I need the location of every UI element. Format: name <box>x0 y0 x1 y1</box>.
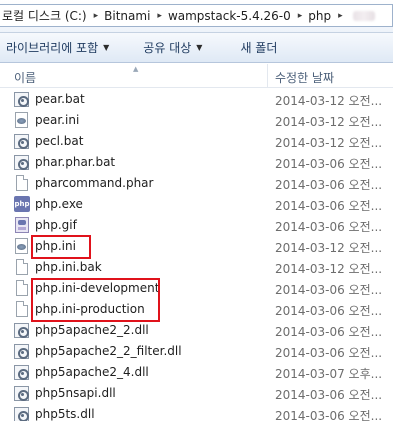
batch-gear-icon <box>14 133 30 150</box>
file-name: pecl.bat <box>35 134 84 148</box>
file-date: 2014-03-12 오전... <box>275 136 383 150</box>
blurred-segment <box>352 10 375 21</box>
breadcrumb-php[interactable]: php <box>306 9 334 23</box>
dll-gear-icon <box>14 364 30 381</box>
file-name: php.ini.bak <box>35 260 102 274</box>
share-with-label: 공유 대상 <box>143 41 192 55</box>
file-date: 2014-03-06 오전... <box>275 157 383 171</box>
dll-gear-icon <box>14 385 30 402</box>
file-name: php.ini-production <box>35 302 145 316</box>
column-header-date-modified[interactable]: 수정한 날짜 <box>275 69 334 86</box>
file-date: 2014-03-06 오전... <box>275 346 383 360</box>
list-item[interactable]: php5nsapi.dll 2014-03-06 오전... <box>0 383 393 404</box>
file-name: php.ini-development <box>35 281 160 295</box>
column-header-row: ▲ 이름 수정한 날짜 <box>0 64 393 88</box>
include-in-library-button[interactable]: 라이브러리에 포함 ▼ <box>0 39 115 56</box>
list-item[interactable]: pharcommand.phar 2014-03-06 오전... <box>0 173 393 194</box>
breadcrumb-separator-icon[interactable]: ▸ <box>153 11 166 21</box>
breadcrumb-separator-icon[interactable]: ▸ <box>90 11 103 21</box>
blank-file-icon <box>14 175 30 192</box>
file-date: 2014-03-06 오전... <box>275 178 383 192</box>
new-folder-label: 새 폴더 <box>240 41 278 55</box>
blank-file-icon <box>14 280 30 297</box>
file-date: 2014-03-07 오후... <box>275 367 383 381</box>
file-name: php5apache2_2.dll <box>35 323 149 337</box>
dropdown-caret-icon: ▼ <box>196 43 203 52</box>
file-name: pear.ini <box>35 113 80 127</box>
file-date: 2014-03-06 오전... <box>275 199 383 213</box>
file-name: pharcommand.phar <box>35 176 154 190</box>
blank-file-icon <box>14 301 30 318</box>
file-name: php.gif <box>35 218 77 232</box>
list-item[interactable]: php.ini 2014-03-12 오전... <box>0 236 393 257</box>
sort-caret-icon: ▲ <box>133 65 139 73</box>
file-date: 2014-03-06 오전... <box>275 283 383 297</box>
file-name: php5ts.dll <box>35 407 95 421</box>
blank-file-icon <box>14 259 30 276</box>
list-item[interactable]: php.gif 2014-03-06 오전... <box>0 215 393 236</box>
file-name: php.ini <box>35 239 76 253</box>
file-name: php5apache2_4.dll <box>35 365 149 379</box>
address-bar: 로컬 디스크 (C:) ▸ Bitnami ▸ wampstack-5.4.26… <box>0 0 393 33</box>
list-item[interactable]: php5apache2_2.dll 2014-03-06 오전... <box>0 320 393 341</box>
new-folder-button[interactable]: 새 폴더 <box>234 39 283 56</box>
column-divider[interactable] <box>267 64 268 88</box>
file-name: php5nsapi.dll <box>35 386 116 400</box>
list-item[interactable]: php.ini.bak 2014-03-12 오전... <box>0 257 393 278</box>
file-date: 2014-03-06 오전... <box>275 304 383 318</box>
batch-gear-icon <box>14 91 30 108</box>
share-with-button[interactable]: 공유 대상 ▼ <box>137 39 208 56</box>
list-item[interactable]: phar.phar.bat 2014-03-06 오전... <box>0 152 393 173</box>
file-date: 2014-03-12 오전... <box>275 241 383 255</box>
file-date: 2014-03-06 오전... <box>275 409 383 421</box>
breadcrumb-separator-icon[interactable]: ▸ <box>294 11 307 21</box>
include-in-library-label: 라이브러리에 포함 <box>6 41 99 55</box>
file-date: 2014-03-12 오전... <box>275 94 383 108</box>
list-item[interactable]: pear.ini 2014-03-12 오전... <box>0 110 393 131</box>
list-item[interactable]: pear.bat 2014-03-12 오전... <box>0 89 393 110</box>
file-name: php5apache2_2_filter.dll <box>35 344 182 358</box>
ini-settings-icon <box>14 112 30 129</box>
file-name: pear.bat <box>35 92 85 106</box>
breadcrumb-bitnami[interactable]: Bitnami <box>102 9 153 23</box>
list-item[interactable]: php.ini-development 2014-03-06 오전... <box>0 278 393 299</box>
gif-image-icon <box>14 217 30 234</box>
file-name: php.exe <box>35 197 83 211</box>
file-date: 2014-03-12 오전... <box>275 262 383 276</box>
column-header-name[interactable]: 이름 <box>14 69 36 86</box>
list-item[interactable]: php5ts.dll 2014-03-06 오전... <box>0 404 393 421</box>
list-item[interactable]: php php.exe 2014-03-06 오전... <box>0 194 393 215</box>
dll-gear-icon <box>14 406 30 421</box>
breadcrumb-separator-icon[interactable]: ▸ <box>334 11 347 21</box>
breadcrumb[interactable]: 로컬 디스크 (C:) ▸ Bitnami ▸ wampstack-5.4.26… <box>0 4 393 27</box>
file-date: 2014-03-06 오전... <box>275 388 383 402</box>
file-date: 2014-03-12 오전... <box>275 115 383 129</box>
batch-gear-icon <box>14 154 30 171</box>
file-list: pear.bat 2014-03-12 오전... pear.ini 2014-… <box>0 89 393 421</box>
dropdown-caret-icon: ▼ <box>103 43 110 52</box>
php-exe-icon: php <box>14 196 30 213</box>
file-date: 2014-03-06 오전... <box>275 220 383 234</box>
breadcrumb-drive[interactable]: 로컬 디스크 (C:) <box>0 7 90 24</box>
breadcrumb-wampstack[interactable]: wampstack-5.4.26-0 <box>166 9 294 23</box>
file-date: 2014-03-06 오전... <box>275 325 383 339</box>
command-toolbar: 라이브러리에 포함 ▼ 공유 대상 ▼ 새 폴더 <box>0 33 393 63</box>
ini-settings-icon <box>14 238 30 255</box>
list-item[interactable]: php5apache2_2_filter.dll 2014-03-06 오전..… <box>0 341 393 362</box>
list-item[interactable]: php5apache2_4.dll 2014-03-07 오후... <box>0 362 393 383</box>
file-name: phar.phar.bat <box>35 155 116 169</box>
list-item[interactable]: pecl.bat 2014-03-12 오전... <box>0 131 393 152</box>
dll-gear-icon <box>14 343 30 360</box>
list-item[interactable]: php.ini-production 2014-03-06 오전... <box>0 299 393 320</box>
dll-gear-icon <box>14 322 30 339</box>
